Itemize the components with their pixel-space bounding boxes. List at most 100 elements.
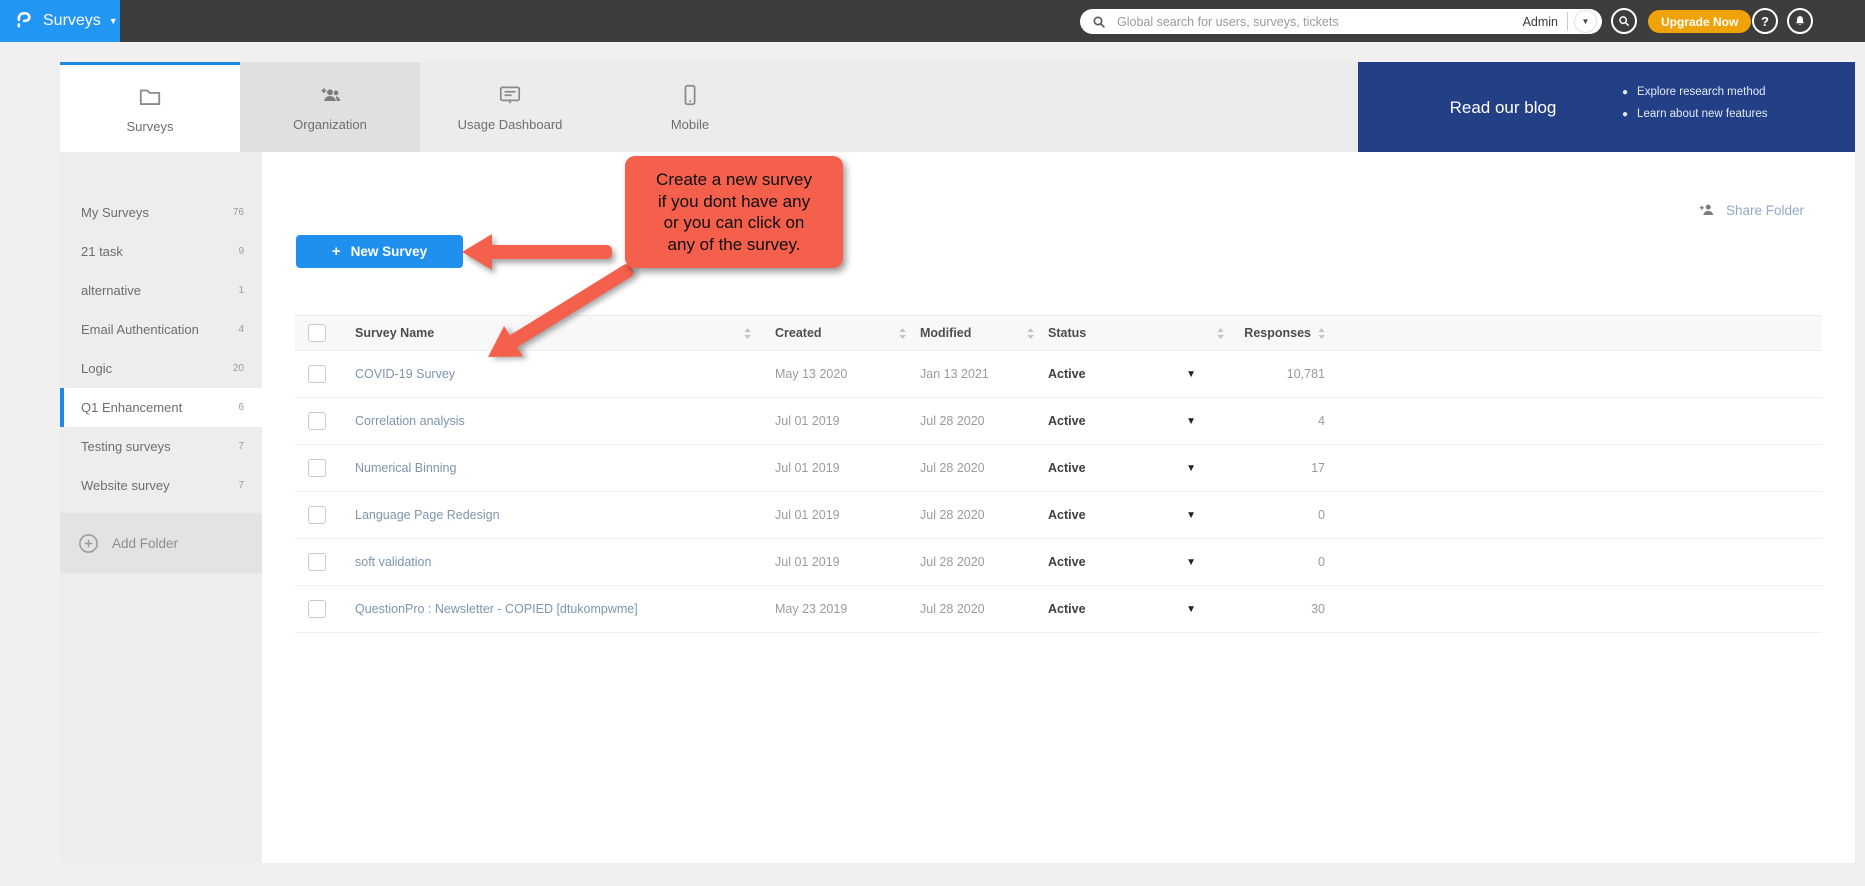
chevron-down-icon: ▼ <box>109 17 118 26</box>
column-header-modified: Modified <box>920 326 971 340</box>
row-checkbox[interactable] <box>308 506 326 524</box>
add-folder-label: Add Folder <box>112 536 178 551</box>
table-row: QuestionPro : Newsletter - COPIED [dtuko… <box>295 586 1822 633</box>
folder-count-badge: 4 <box>238 324 244 335</box>
mobile-phone-icon <box>677 82 703 108</box>
tab-mobile[interactable]: Mobile <box>600 62 780 152</box>
upgrade-now-button[interactable]: Upgrade Now <box>1648 10 1751 33</box>
folder-list: My Surveys 76 21 task 9 alternative 1 Em… <box>60 193 262 505</box>
blog-bullet[interactable]: Explore research method <box>1637 86 1765 98</box>
bullet-icon: ● <box>1622 109 1628 120</box>
created-cell: Jul 01 2019 <box>775 508 920 522</box>
search-scope-dropdown[interactable]: ▼ <box>1574 10 1597 33</box>
notifications-button[interactable] <box>1787 8 1813 34</box>
row-checkbox[interactable] <box>308 459 326 477</box>
folder-icon <box>137 84 163 110</box>
responses-cell: 10,781 <box>1240 367 1325 381</box>
add-folder-button[interactable]: Add Folder <box>60 513 262 573</box>
status-dropdown-caret[interactable]: ▼ <box>1186 369 1196 380</box>
select-all-checkbox[interactable] <box>308 324 326 342</box>
survey-name-link[interactable]: Numerical Binning <box>355 461 456 475</box>
row-checkbox[interactable] <box>308 365 326 383</box>
folder-count-badge: 1 <box>238 285 244 296</box>
sort-icon[interactable] <box>1217 328 1224 339</box>
survey-name-link[interactable]: Correlation analysis <box>355 414 465 428</box>
folder-count-badge: 20 <box>233 363 244 374</box>
plus-icon: + <box>332 243 341 260</box>
sort-icon[interactable] <box>744 328 751 339</box>
modified-cell: Jul 28 2020 <box>920 414 1048 428</box>
topbar: Surveys ▼ Admin ▼ Upgrade Now ? <box>0 0 1865 42</box>
modified-cell: Jul 28 2020 <box>920 508 1048 522</box>
folder-label: alternative <box>81 283 141 298</box>
surveys-table: Survey Name Created Modified Status Resp… <box>295 315 1822 633</box>
status-dropdown-caret[interactable]: ▼ <box>1186 416 1196 427</box>
plus-circle-icon <box>77 532 100 555</box>
modified-cell: Jul 28 2020 <box>920 555 1048 569</box>
survey-name-link[interactable]: soft validation <box>355 555 431 569</box>
status-dropdown-caret[interactable]: ▼ <box>1186 557 1196 568</box>
folder-label: Q1 Enhancement <box>81 400 182 415</box>
status-dropdown-caret[interactable]: ▼ <box>1186 463 1196 474</box>
sidebar-folder-item[interactable]: alternative 1 <box>60 271 262 310</box>
survey-name-link[interactable]: Language Page Redesign <box>355 508 500 522</box>
responses-cell: 0 <box>1240 555 1325 569</box>
share-folder-label: Share Folder <box>1726 203 1804 218</box>
blog-banner-bullets: ● Explore research method ● Learn about … <box>1622 86 1767 130</box>
sort-icon[interactable] <box>1318 328 1325 339</box>
share-folder-button[interactable]: Share Folder <box>1697 200 1804 220</box>
sort-icon[interactable] <box>899 328 906 339</box>
modified-cell: Jul 28 2020 <box>920 461 1048 475</box>
product-switcher[interactable]: Surveys ▼ <box>0 0 120 42</box>
table-body: COVID-19 Survey May 13 2020 Jan 13 2021 … <box>295 351 1822 633</box>
sidebar-folder-item[interactable]: Q1 Enhancement 6 <box>60 388 262 427</box>
questionpro-logo-icon <box>13 8 35 35</box>
folder-label: Logic <box>81 361 112 376</box>
sidebar-folder-item[interactable]: 21 task 9 <box>60 232 262 271</box>
read-our-blog-banner[interactable]: Read our blog ● Explore research method … <box>1358 62 1855 152</box>
modified-cell: Jan 13 2021 <box>920 367 1048 381</box>
row-checkbox[interactable] <box>308 553 326 571</box>
brand-label: Surveys <box>43 12 101 30</box>
global-search-input[interactable] <box>1115 14 1519 30</box>
tab-surveys[interactable]: Surveys <box>60 62 240 152</box>
column-header-responses: Responses <box>1244 326 1311 340</box>
status-dropdown-caret[interactable]: ▼ <box>1186 604 1196 615</box>
tab-usage-dashboard[interactable]: Usage Dashboard <box>420 62 600 152</box>
bullet-icon: ● <box>1622 87 1628 98</box>
folder-count-badge: 6 <box>238 402 244 413</box>
dashboard-icon <box>497 82 523 108</box>
module-tabstrip: Surveys Organization Usage <box>60 62 1855 152</box>
sort-icon[interactable] <box>1027 328 1034 339</box>
table-row: Language Page Redesign Jul 01 2019 Jul 2… <box>295 492 1822 539</box>
sidebar-folder-item[interactable]: Website survey 7 <box>60 466 262 505</box>
status-dropdown-caret[interactable]: ▼ <box>1186 510 1196 521</box>
row-checkbox[interactable] <box>308 600 326 618</box>
created-cell: Jul 01 2019 <box>775 414 920 428</box>
help-button[interactable]: ? <box>1752 8 1778 34</box>
survey-name-link[interactable]: COVID-19 Survey <box>355 367 455 381</box>
sidebar-folder-item[interactable]: My Surveys 76 <box>60 193 262 232</box>
folder-count-badge: 7 <box>238 480 244 491</box>
table-row: soft validation Jul 01 2019 Jul 28 2020 … <box>295 539 1822 586</box>
search-scope-label[interactable]: Admin <box>1523 15 1558 29</box>
row-checkbox[interactable] <box>308 412 326 430</box>
folder-label: Testing surveys <box>81 439 171 454</box>
new-survey-button[interactable]: + New Survey <box>296 235 463 268</box>
sidebar-folder-item[interactable]: Email Authentication 4 <box>60 310 262 349</box>
global-search: Admin ▼ <box>1080 9 1602 34</box>
survey-name-link[interactable]: QuestionPro : Newsletter - COPIED [dtuko… <box>355 602 638 616</box>
tab-organization[interactable]: Organization <box>240 62 420 152</box>
column-header-created: Created <box>775 326 822 340</box>
search-submit-button[interactable] <box>1611 8 1637 34</box>
responses-cell: 30 <box>1240 602 1325 616</box>
question-mark-icon: ? <box>1761 14 1769 29</box>
tab-label: Surveys <box>127 119 174 134</box>
sidebar-folder-item[interactable]: Logic 20 <box>60 349 262 388</box>
blog-bullet[interactable]: Learn about new features <box>1637 108 1767 120</box>
divider <box>1567 12 1568 31</box>
sidebar-folder-item[interactable]: Testing surveys 7 <box>60 427 262 466</box>
created-cell: May 23 2019 <box>775 602 920 616</box>
add-users-icon <box>317 82 343 108</box>
status-label: Active <box>1048 414 1086 428</box>
